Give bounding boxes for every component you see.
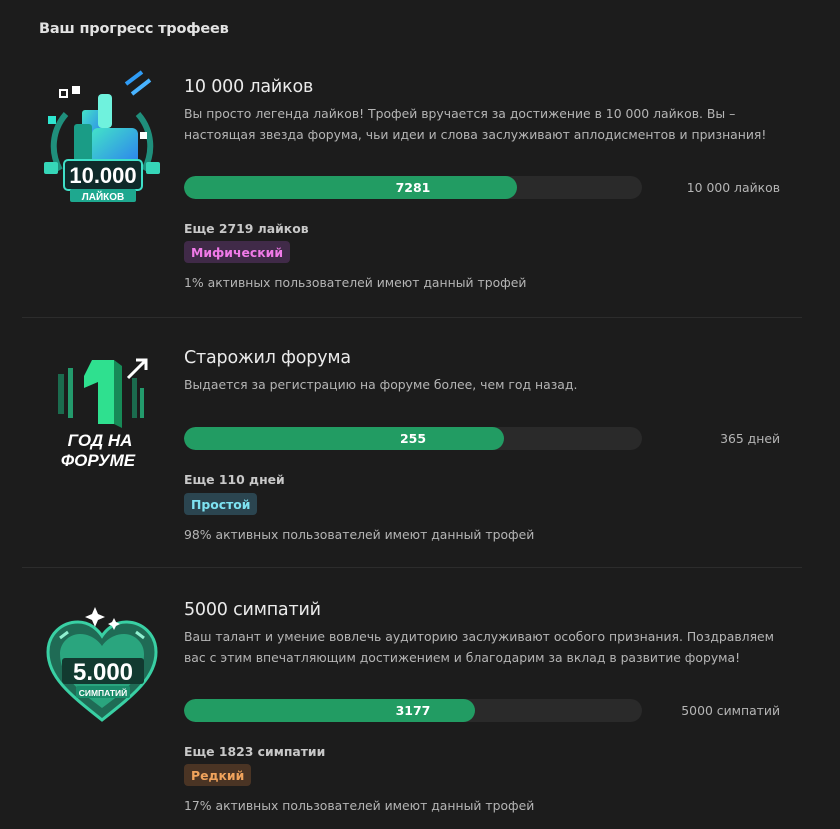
trophy-description: Вы просто легенда лайков! Трофей вручает… xyxy=(184,106,767,142)
badge-line1: ГОД НА xyxy=(68,431,133,450)
trophy-card-veteran: ГОД НА ФОРУМЕ Старожил форума Выдается з… xyxy=(22,318,802,567)
trophy-description: Выдается за регистрацию на форуме более,… xyxy=(184,377,578,392)
thumbs-up-trophy-icon: 10.000 ЛАЙКОВ xyxy=(32,70,172,210)
rarity-badge: Простой xyxy=(184,493,258,515)
trophy-name: 10 000 лайков xyxy=(184,77,314,97)
trophy-name: 5000 симпатий xyxy=(184,600,321,620)
trophy-progress-panel: Ваш прогресс трофеев 10.000 ЛАЙКОВ 10 00… xyxy=(0,0,840,829)
badge-number: 5.000 xyxy=(73,659,133,686)
badge-line2: ФОРУМЕ xyxy=(61,451,136,470)
progress-remaining: Еще 2719 лайков xyxy=(184,221,309,236)
badge-number: 10.000 xyxy=(69,163,136,188)
progress-remaining: Еще 110 дней xyxy=(184,472,285,487)
badge-caption: СИМПАТИЙ xyxy=(79,687,128,698)
rarity-badge: Мифический xyxy=(184,241,291,263)
progress-remaining: Еще 1823 симпатии xyxy=(184,744,326,759)
progress-bar: 3177 xyxy=(184,699,642,722)
trophy-description: Ваш талант и умение вовлечь аудиторию за… xyxy=(184,629,774,665)
owners-share: 98% активных пользователей имеют данный … xyxy=(184,527,535,542)
progress-goal: 10 000 лайков xyxy=(686,180,780,195)
badge-caption: ЛАЙКОВ xyxy=(82,190,125,203)
trophy-name: Старожил форума xyxy=(184,348,351,368)
heart-trophy-icon: 5.000 СИМПАТИЙ xyxy=(32,592,172,732)
trophy-card-likes: 10.000 ЛАЙКОВ 10 000 лайков Вы просто ле… xyxy=(22,60,802,317)
owners-share: 1% активных пользователей имеют данный т… xyxy=(184,275,527,290)
trophy-card-sympathies: 5.000 СИМПАТИЙ 5000 симпатий Ваш талант … xyxy=(22,568,802,829)
owners-share: 17% активных пользователей имеют данный … xyxy=(184,798,535,813)
progress-bar: 7281 xyxy=(184,176,642,199)
progress-value: 7281 xyxy=(395,180,431,195)
progress-value: 3177 xyxy=(395,703,431,718)
rarity-badge: Редкий xyxy=(184,764,252,786)
progress-goal: 5000 симпатий xyxy=(681,703,780,718)
progress-value: 255 xyxy=(399,431,427,446)
one-year-trophy-icon: ГОД НА ФОРУМЕ xyxy=(32,338,172,478)
panel-title: Ваш прогресс трофеев xyxy=(39,21,229,37)
progress-bar: 255 xyxy=(184,427,642,450)
progress-goal: 365 дней xyxy=(720,431,780,446)
